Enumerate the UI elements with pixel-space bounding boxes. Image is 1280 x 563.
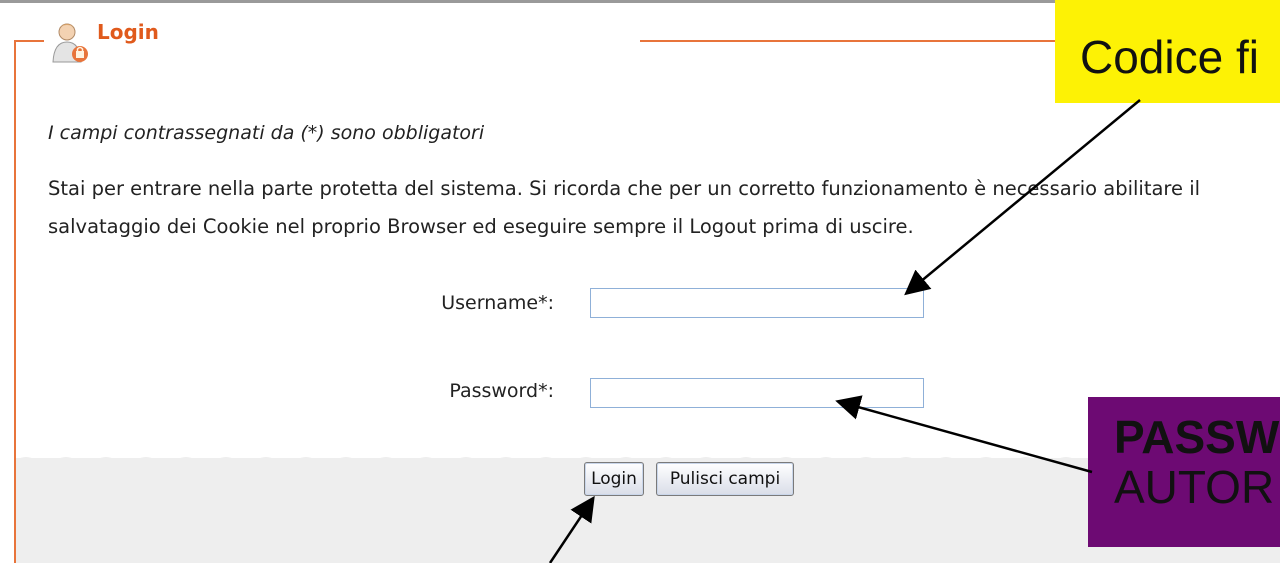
purple-callout-line-1: PASSW	[1114, 411, 1280, 463]
fieldset-border-right-top	[640, 40, 1060, 42]
info-paragraph: Stai per entrare nella parte protetta de…	[48, 170, 1280, 246]
info-line-2: salvataggio dei Cookie nel proprio Brows…	[48, 215, 914, 238]
info-line-1: Stai per entrare nella parte protetta de…	[48, 177, 1201, 200]
purple-callout-text: PASSW AUTOR	[1114, 412, 1279, 512]
yellow-callout-text: Codice fi	[1080, 31, 1259, 83]
login-button[interactable]: Login	[584, 462, 644, 496]
purple-callout-line-2: AUTOR	[1114, 461, 1275, 513]
username-label: Username*:	[441, 292, 554, 314]
clear-fields-button[interactable]: Pulisci campi	[656, 462, 794, 496]
required-fields-note: I campi contrassegnati da (*) sono obbli…	[48, 122, 485, 144]
user-lock-icon	[52, 23, 88, 63]
username-input[interactable]	[590, 288, 924, 318]
password-input[interactable]	[590, 378, 924, 408]
fieldset-border-left-top	[14, 40, 44, 42]
password-label: Password*:	[449, 380, 554, 402]
login-legend-title: Login	[97, 20, 159, 44]
